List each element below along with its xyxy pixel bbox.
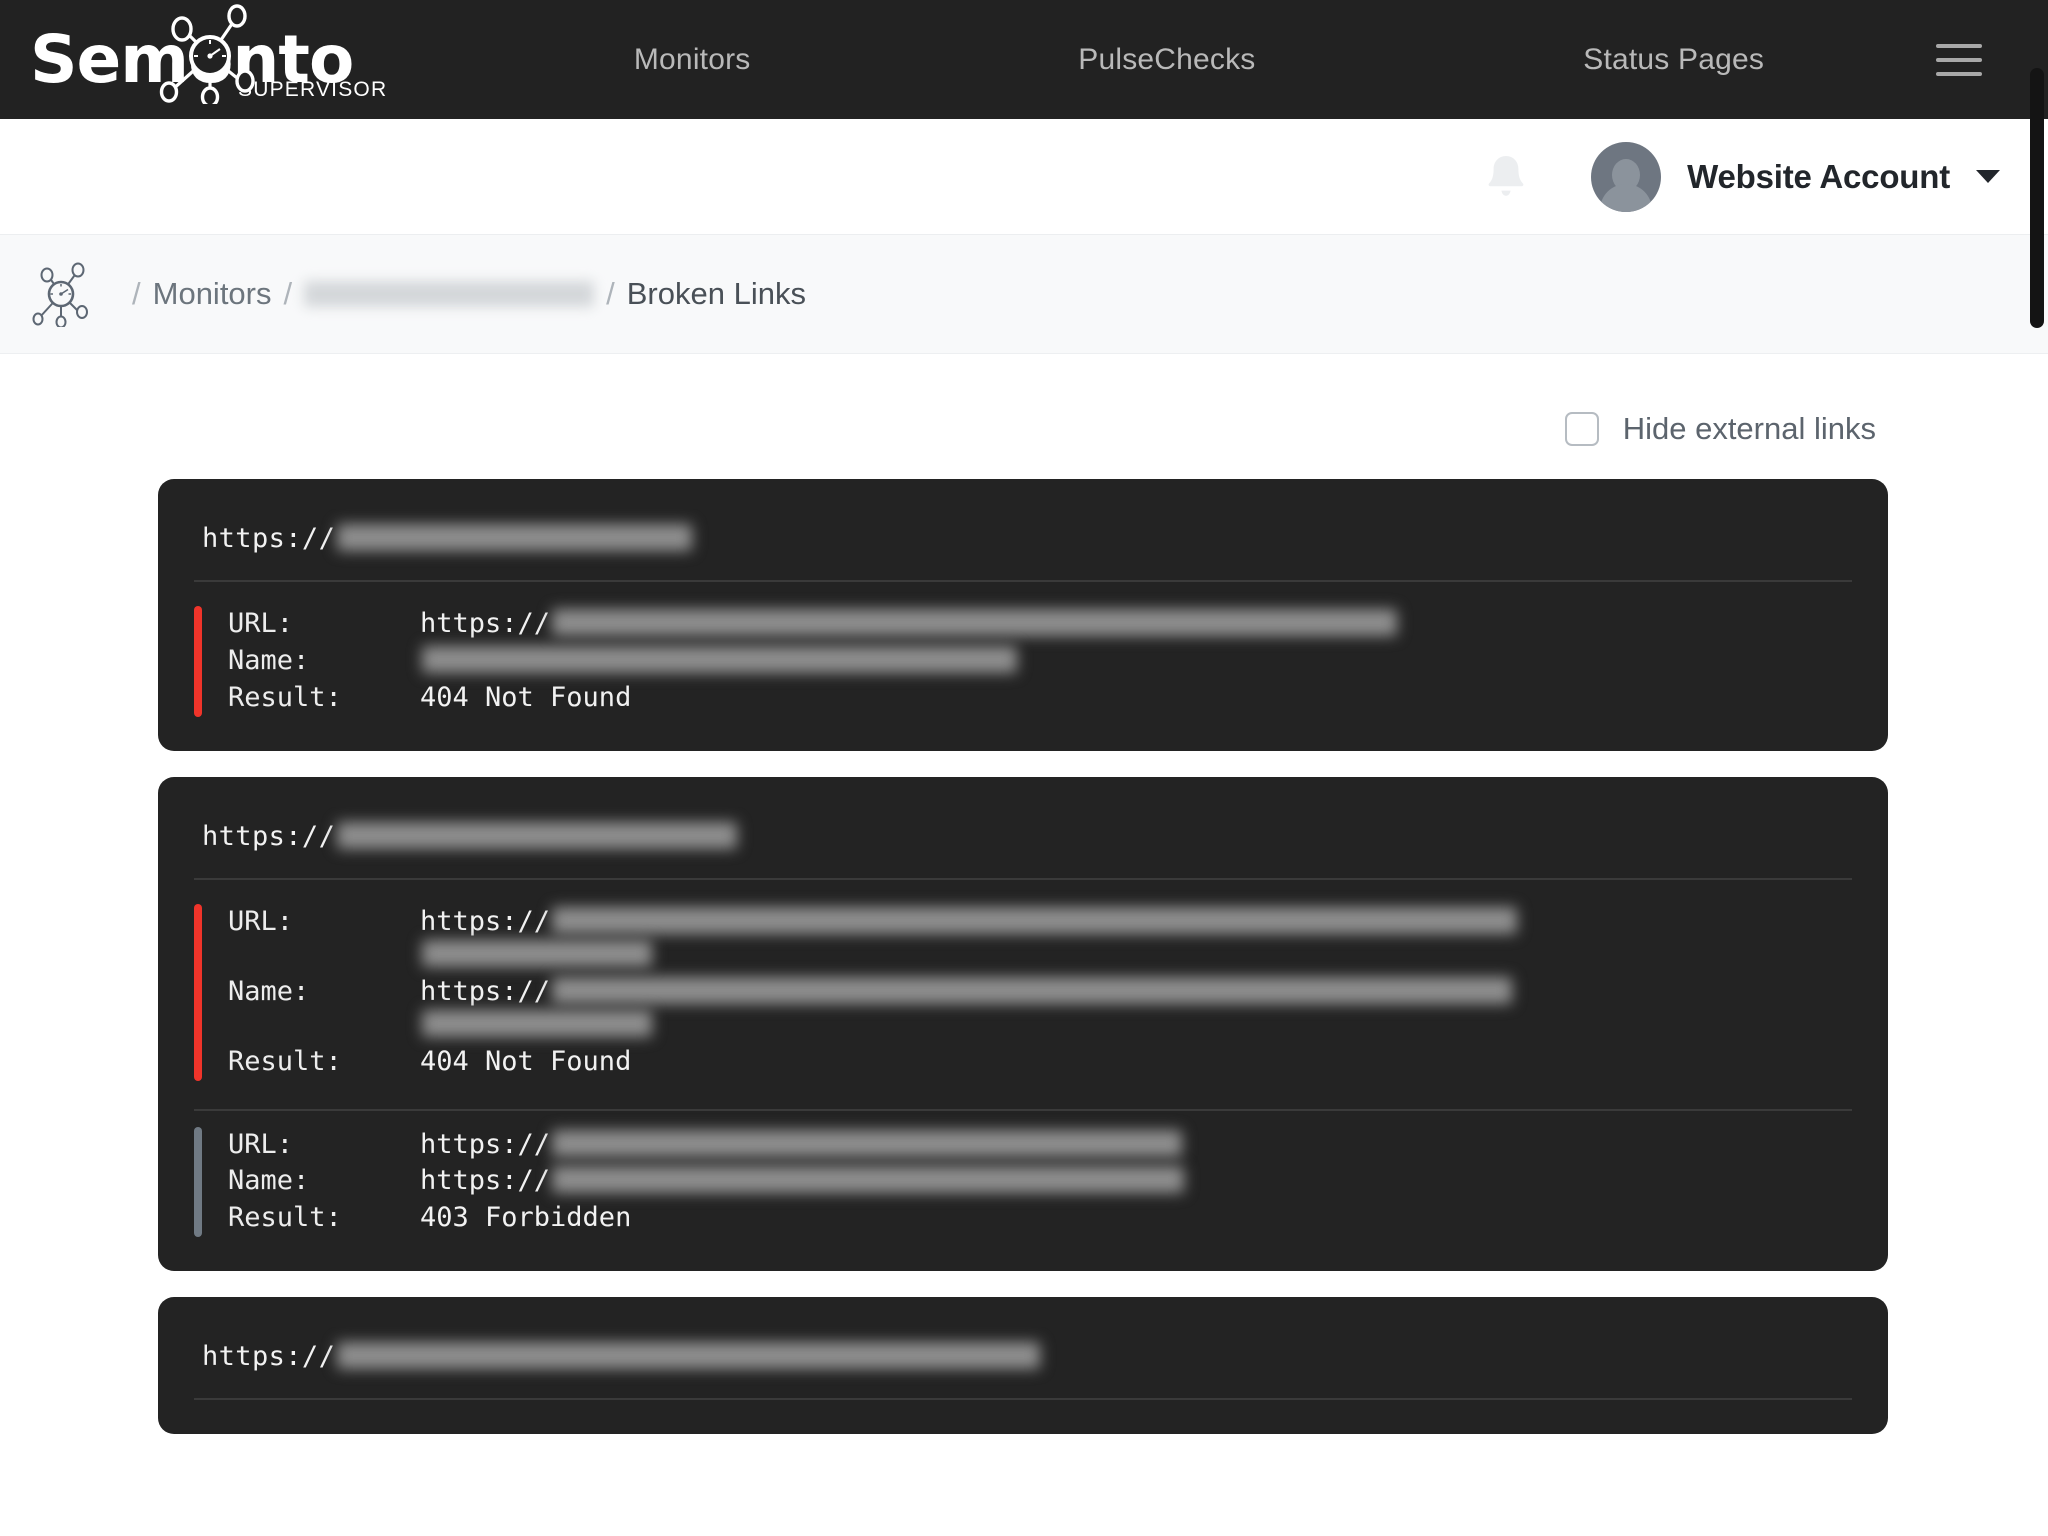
entry-url-row: URL:https:// [228, 606, 1852, 643]
hamburger-line [1936, 44, 1982, 48]
redacted-text [552, 1166, 1184, 1193]
redacted-text [552, 1130, 1182, 1157]
entry-result-row: Result:403 Forbidden [228, 1200, 1852, 1237]
card-page-url[interactable]: https:// [194, 807, 1852, 878]
entry-name-value [420, 645, 1852, 678]
entry-result-value: 404 Not Found [420, 1046, 1852, 1079]
account-bar: Website Account [0, 119, 2048, 235]
panel-toolbar: Hide external links [158, 379, 1888, 479]
redacted-text [422, 1010, 652, 1037]
nav-monitors[interactable]: Monitors [634, 43, 751, 77]
entry-name-row: Name: [228, 643, 1852, 680]
hamburger-menu-icon[interactable] [1936, 44, 1982, 76]
entry-name-row: Name:https:// [228, 974, 1852, 1044]
avatar-body [1600, 184, 1652, 212]
redacted-text [337, 822, 737, 849]
breadcrumb-separator: / [132, 276, 141, 312]
brand-wordmark: Semonto [30, 27, 353, 93]
entry-url-row: URL:https:// [228, 1127, 1852, 1164]
breadcrumb-bar: / Monitors / / Broken Links [0, 235, 2048, 354]
caret-down-icon[interactable] [1976, 170, 2000, 183]
entry-url-value[interactable]: https:// [420, 1129, 1852, 1162]
brand-logo[interactable]: Semonto [0, 0, 470, 119]
entry-result-value: 404 Not Found [420, 682, 1852, 715]
redacted-text [337, 1342, 1040, 1369]
breadcrumb-separator: / [284, 276, 293, 312]
hide-external-links-checkbox[interactable] [1565, 412, 1599, 446]
url-scheme: https:// [202, 1341, 335, 1372]
entry-url-label: URL: [228, 1129, 420, 1162]
redacted-text [422, 940, 652, 967]
redacted-text [552, 907, 1517, 934]
breadcrumb-item-current: Broken Links [627, 276, 806, 312]
nav-status-pages[interactable]: Status Pages [1583, 43, 1764, 77]
entry-url-value[interactable]: https:// [420, 608, 1852, 641]
hide-external-links-toggle[interactable]: Hide external links [1565, 411, 1876, 447]
hide-external-links-label: Hide external links [1623, 411, 1876, 447]
entry-result-label: Result: [228, 1202, 420, 1235]
card-divider [194, 1398, 1852, 1400]
nav-links: Monitors PulseChecks Status Pages [470, 43, 2048, 77]
entry-separator [194, 1109, 1852, 1111]
entry-rows: URL:https://Name:https://Result:404 Not … [228, 904, 1852, 1081]
entry-result-label: Result: [228, 682, 420, 715]
broken-links-panel: Hide external links https://URL:https://… [123, 379, 1923, 1536]
entry-name-row: Name:https:// [228, 1163, 1852, 1200]
hamburger-line [1936, 58, 1982, 62]
broken-link-card: https:// [158, 1297, 1888, 1434]
redacted-text [552, 609, 1397, 636]
entry-url-label: URL: [228, 906, 420, 972]
entry-name-label: Name: [228, 1165, 420, 1198]
severity-bar-warning [194, 1127, 202, 1238]
entry-url-value[interactable]: https:// [420, 906, 1852, 972]
broken-link-entry: URL:https://Name:Result:404 Not Found [194, 592, 1852, 727]
entry-result-value: 403 Forbidden [420, 1202, 1852, 1235]
severity-bar-error [194, 606, 202, 717]
entry-result-row: Result:404 Not Found [228, 680, 1852, 717]
url-scheme: https:// [202, 821, 335, 852]
entry-url-row: URL:https:// [228, 904, 1852, 974]
card-page-url[interactable]: https:// [194, 1327, 1852, 1398]
hamburger-line [1936, 72, 1982, 76]
broken-link-card: https://URL:https://Name:https://Result:… [158, 777, 1888, 1272]
account-name: Website Account [1687, 158, 1950, 196]
breadcrumb: / Monitors / / Broken Links [120, 276, 806, 312]
redacted-text [422, 646, 1017, 673]
redacted-text [552, 977, 1512, 1004]
entry-name-label: Name: [228, 976, 420, 1042]
broken-link-card: https://URL:https://Name:Result:404 Not … [158, 479, 1888, 751]
severity-bar-error [194, 904, 202, 1081]
network-gauge-icon [30, 261, 92, 327]
broken-links-list: https://URL:https://Name:Result:404 Not … [158, 479, 1888, 1500]
broken-link-entry: URL:https://Name:https://Result:404 Not … [194, 890, 1852, 1091]
broken-link-entry: URL:https://Name:https://Result:403 Forb… [194, 1113, 1852, 1248]
entry-result-label: Result: [228, 1046, 420, 1079]
nav-pulsechecks[interactable]: PulseChecks [1078, 43, 1255, 77]
entry-name-value: https:// [420, 1165, 1852, 1198]
page-scrollbar[interactable] [2030, 68, 2044, 328]
account-menu[interactable]: Website Account [1591, 142, 2000, 212]
breadcrumb-item-monitors[interactable]: Monitors [153, 276, 272, 312]
redacted-text [337, 524, 692, 551]
entry-name-value: https:// [420, 976, 1852, 1042]
breadcrumb-item-redacted[interactable] [304, 281, 594, 307]
entry-result-row: Result:404 Not Found [228, 1044, 1852, 1081]
entry-name-label: Name: [228, 645, 420, 678]
breadcrumb-separator: / [606, 276, 615, 312]
entry-rows: URL:https://Name:Result:404 Not Found [228, 606, 1852, 717]
card-divider [194, 580, 1852, 582]
bell-icon[interactable] [1483, 151, 1529, 203]
url-scheme: https:// [202, 523, 335, 554]
card-page-url[interactable]: https:// [194, 509, 1852, 580]
user-avatar [1591, 142, 1661, 212]
entry-rows: URL:https://Name:https://Result:403 Forb… [228, 1127, 1852, 1238]
card-divider [194, 878, 1852, 880]
top-navigation-bar: Semonto [0, 0, 2048, 119]
entry-url-label: URL: [228, 608, 420, 641]
